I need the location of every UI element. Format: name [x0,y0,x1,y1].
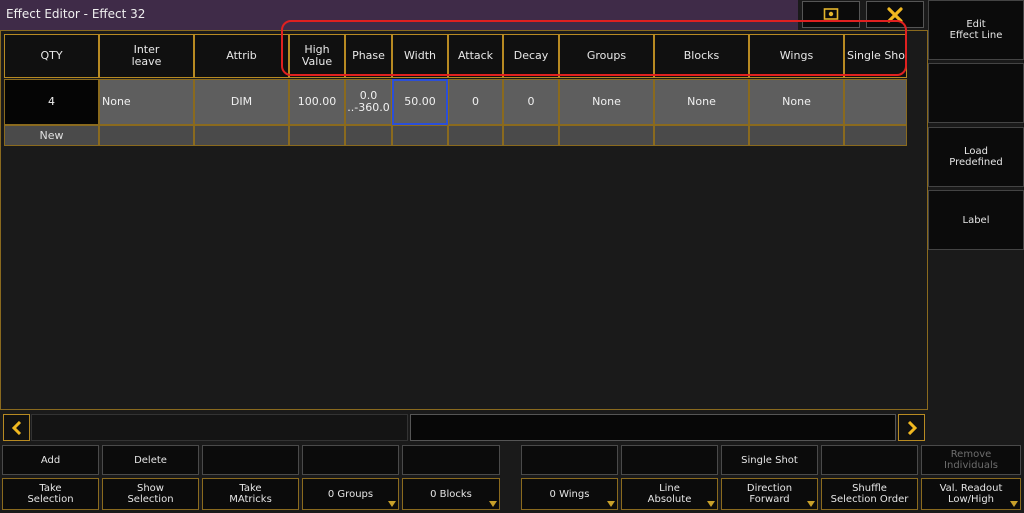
take-matricks-button[interactable]: Take MAtricks [202,478,299,510]
chevron-right-icon [907,420,917,435]
single-shot-button[interactable]: Single Shot [721,445,818,475]
scroll-track[interactable] [31,414,408,441]
line-label: Line Absolute [647,483,692,505]
scroll-left-button[interactable] [3,414,30,441]
remove-individuals-button[interactable]: Remove Individuals [921,445,1021,475]
delete-button[interactable]: Delete [102,445,199,475]
wings-label: 0 Wings [549,488,590,500]
cell-phase[interactable]: 0.0 ..-360.0 [345,79,392,125]
dropdown-triangle-icon [1010,501,1018,507]
shuffle-selection-order-button[interactable]: Shuffle Selection Order [821,478,918,510]
header-qty[interactable]: QTY [4,34,99,78]
cell-wings[interactable]: None [749,79,844,125]
empty-button[interactable] [821,445,918,475]
new-row-cell[interactable] [345,125,392,146]
label-button[interactable]: Label [928,190,1024,250]
highlight-annotation [281,20,907,76]
show-selection-button[interactable]: Show Selection [102,478,199,510]
cell-blocks[interactable]: None [654,79,749,125]
dropdown-triangle-icon [388,501,396,507]
wings-button[interactable]: 0 Wings [521,478,618,510]
cell-attrib[interactable]: DIM [194,79,289,125]
side-empty-button[interactable] [928,63,1024,123]
empty-button[interactable] [521,445,618,475]
dropdown-triangle-icon [807,501,815,507]
cell-attack[interactable]: 0 [448,79,503,125]
window-title: Effect Editor - Effect 32 [6,7,146,21]
empty-button[interactable] [621,445,718,475]
blocks-button[interactable]: 0 Blocks [402,478,500,510]
readout-label: Val. Readout Low/High [939,483,1003,505]
new-row-cell[interactable] [503,125,559,146]
empty-button[interactable] [302,445,399,475]
direction-forward-button[interactable]: Direction Forward [721,478,818,510]
empty-button[interactable] [402,445,500,475]
line-absolute-button[interactable]: Line Absolute [621,478,718,510]
chevron-left-icon [11,420,21,435]
direction-label: Direction Forward [746,483,793,505]
cell-interleave[interactable]: None [99,79,194,125]
scroll-right-button[interactable] [898,414,925,441]
cell-decay[interactable]: 0 [503,79,559,125]
new-row-cell[interactable] [844,125,907,146]
cell-groups[interactable]: None [559,79,654,125]
new-row-cell[interactable] [559,125,654,146]
add-button[interactable]: Add [2,445,99,475]
value-readout-button[interactable]: Val. Readout Low/High [921,478,1021,510]
dropdown-triangle-icon [489,501,497,507]
cell-width[interactable]: 50.00 [392,79,448,125]
take-selection-button[interactable]: Take Selection [2,478,99,510]
header-interleave[interactable]: Inter leave [99,34,194,78]
groups-label: 0 Groups [327,488,374,500]
cell-single-shot[interactable] [844,79,907,125]
edit-effect-line-button[interactable]: Edit Effect Line [928,0,1024,60]
dropdown-triangle-icon [607,501,615,507]
new-row-cell[interactable] [289,125,345,146]
new-row-cell[interactable] [654,125,749,146]
new-row-cell[interactable] [194,125,289,146]
new-row-cell[interactable] [99,125,194,146]
new-row-cell[interactable] [749,125,844,146]
cell-qty[interactable]: 4 [4,79,99,125]
blocks-label: 0 Blocks [430,488,472,500]
cell-high-value[interactable]: 100.00 [289,79,345,125]
groups-button[interactable]: 0 Groups [302,478,399,510]
new-row-cell[interactable] [392,125,448,146]
empty-button[interactable] [202,445,299,475]
new-row-cell[interactable] [448,125,503,146]
new-row-button[interactable]: New [4,125,99,146]
header-attrib[interactable]: Attrib [194,34,289,78]
load-predefined-button[interactable]: Load Predefined [928,127,1024,187]
dropdown-triangle-icon [707,501,715,507]
scroll-thumb[interactable] [410,414,896,441]
